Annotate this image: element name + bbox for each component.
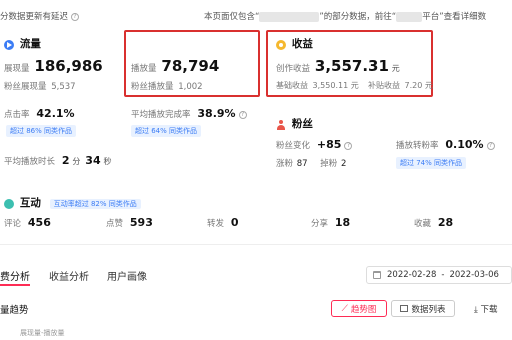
- date-range-picker[interactable]: 2022-02-28 - 2022-03-06: [366, 266, 512, 284]
- tab-flow-analysis[interactable]: 费分析: [0, 268, 30, 283]
- download-icon: ⤓: [474, 305, 478, 315]
- income-section-title: 收益: [276, 36, 313, 51]
- fans-change-info-icon[interactable]: ?: [344, 141, 353, 150]
- tab-user-portrait[interactable]: 用户画像: [107, 268, 147, 283]
- interact-badge: 互动率超过 82% 同类作品: [49, 198, 141, 209]
- like-stat: 点赞 593: [106, 216, 153, 229]
- ctr-badge: 超过 86% 同类作品: [6, 125, 77, 137]
- collect-stat: 收藏 28: [414, 216, 454, 229]
- plays-stat: 播放量 78,794: [131, 57, 220, 75]
- forward-stat: 转发 0: [207, 216, 239, 229]
- trend-chart-button[interactable]: ⟋ 趋势图: [331, 300, 387, 317]
- flow-icon: [4, 39, 14, 50]
- chart-legend: 展现量-播放量: [20, 329, 65, 337]
- flow-section-title: 流量: [4, 36, 41, 51]
- fan-plays-stat: 粉丝播放量 1,002: [131, 82, 203, 92]
- date-start[interactable]: 2022-02-28: [387, 270, 436, 280]
- completion-badge: 超过 64% 同类作品: [131, 125, 202, 137]
- redacted-name: [259, 11, 320, 22]
- ctr-stat: 点击率 42.1%: [4, 107, 75, 120]
- fans-icon: [276, 119, 286, 130]
- convert-badge: 超过 74% 同类作品: [396, 157, 467, 169]
- info-icon[interactable]: ?: [71, 12, 80, 21]
- section-divider: [0, 244, 512, 245]
- download-button[interactable]: ⤓ 下载: [474, 303, 497, 315]
- base-income-stat: 基础收益 3,550.11 元: [276, 81, 359, 90]
- active-tab-indicator: [0, 284, 30, 286]
- income-icon: [276, 39, 286, 50]
- fans-change-stat: 粉丝变化 +85?: [276, 138, 353, 151]
- comment-stat: 评论 456: [4, 216, 51, 229]
- data-list-button[interactable]: 数据列表: [391, 300, 455, 317]
- convert-info-icon[interactable]: ?: [486, 141, 495, 150]
- line-chart-icon: ⟋: [341, 303, 348, 314]
- creation-income-stat: 创作收益 3,557.31 元: [276, 57, 400, 75]
- redacted-platform: [396, 11, 423, 22]
- trend-title: 量趋势: [0, 305, 29, 316]
- update-notice-text: 分数据更新有延迟: [0, 12, 69, 22]
- tab-income-analysis[interactable]: 收益分析: [49, 268, 89, 283]
- fan-views-stat: 粉丝展现量 5,537: [4, 82, 76, 92]
- views-stat: 展现量 186,986: [4, 57, 103, 75]
- subsidy-income-stat: 补贴收益 7.20 元: [368, 81, 433, 90]
- completion-info-icon[interactable]: ?: [238, 110, 247, 119]
- interact-icon: [4, 198, 14, 209]
- interact-section-title: 互动 互动率超过 82% 同类作品: [4, 195, 141, 210]
- completion-stat: 平均播放完成率 38.9%?: [131, 107, 247, 120]
- table-icon: [400, 305, 409, 312]
- update-notice: 分数据更新有延迟?: [0, 10, 80, 22]
- fans-section-title: 粉丝: [276, 116, 313, 131]
- calendar-icon: [373, 271, 381, 279]
- platform-notice: 本页面仅包含“ ”的部分数据，前往“ 平台”查看详细数: [204, 11, 487, 22]
- date-end[interactable]: 2022-03-06: [449, 270, 498, 280]
- fans-rise-drop: 涨粉 87 掉粉 2: [276, 159, 347, 169]
- share-stat: 分享 18: [311, 216, 351, 229]
- convert-rate-stat: 播放转粉率 0.10%?: [396, 138, 495, 151]
- plays-value: 78,794: [161, 57, 220, 75]
- views-value: 186,986: [34, 57, 103, 75]
- avg-duration-stat: 平均播放时长 2 分 34 秒: [4, 154, 112, 167]
